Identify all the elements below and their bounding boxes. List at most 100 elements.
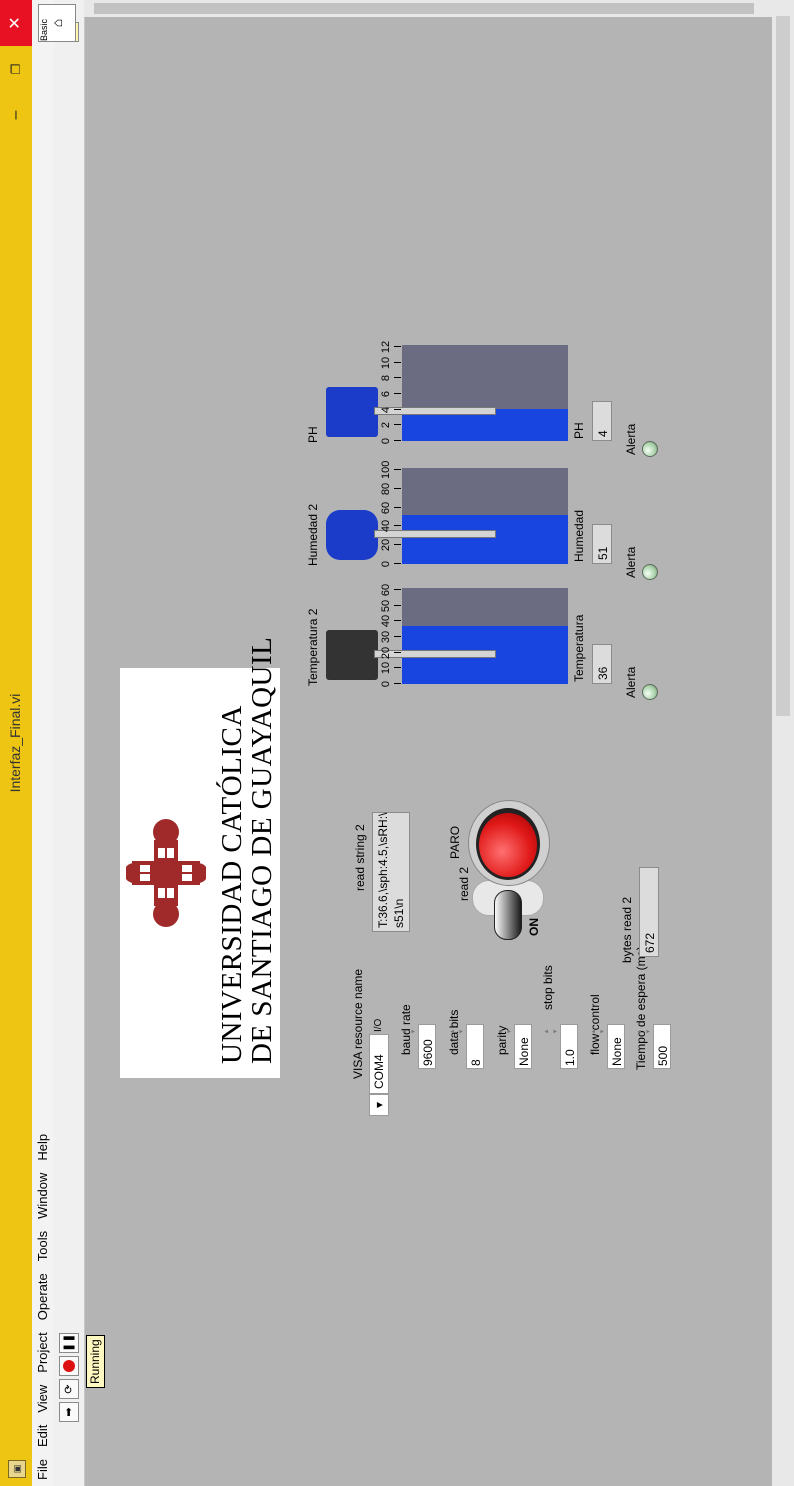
menu-project[interactable]: Project: [32, 1326, 50, 1378]
paro-stop-button[interactable]: [468, 800, 550, 886]
tank-tick-mark: [394, 362, 401, 363]
palette-icon: ⌂: [49, 18, 65, 28]
tank-tick-label: 12: [380, 340, 392, 354]
data-bits-value: 8: [469, 1059, 483, 1066]
parity-spinner[interactable]: ▴ ▾: [496, 1026, 514, 1037]
palette-selector[interactable]: Basic ⌂: [38, 4, 76, 42]
baud-rate-field[interactable]: 9600: [418, 1024, 436, 1069]
read-string-line-1: T:36.6,\sph:4.5,\sRH:\: [376, 812, 390, 928]
stop-bits-value: 1.0: [563, 1049, 577, 1066]
screen: ▣ Interfaz_Final.vi – ❐ ✕ FileEditViewPr…: [0, 0, 794, 1486]
horizontal-scrollbar[interactable]: [772, 0, 794, 1486]
read-string-line-2: s51\n: [392, 898, 406, 928]
alert-led-icon: [642, 564, 658, 580]
flow-control-spinner[interactable]: ▴ ▾: [589, 1026, 607, 1037]
menu-tools[interactable]: Tools: [32, 1225, 50, 1267]
menu-window[interactable]: Window: [32, 1167, 50, 1225]
paro-label: PARO: [448, 825, 462, 859]
wait-time-spinner[interactable]: ▴ ▾: [635, 1026, 653, 1037]
menu-help[interactable]: Help: [32, 1128, 50, 1167]
visa-io-icon: I/O: [373, 1018, 384, 1032]
stop-bits-field[interactable]: 1.0: [560, 1024, 578, 1069]
toolbar: ➡ ⟳ ❚❚ ?: [54, 0, 85, 1486]
menu-view[interactable]: View: [32, 1379, 50, 1419]
baud-rate-spinner[interactable]: ▴ ▾: [400, 1026, 418, 1037]
tank-tick-label: 0: [380, 560, 392, 568]
tank-title: Temperatura 2: [306, 608, 320, 686]
abort-execution-icon[interactable]: [59, 1356, 79, 1376]
tank-tick-mark: [394, 652, 401, 653]
tank-tick-mark: [394, 440, 401, 441]
tank-tick-label: 6: [380, 390, 392, 398]
tank-tick-mark: [394, 507, 401, 508]
menu-bar: FileEditViewProjectOperateToolsWindowHel…: [32, 0, 54, 1486]
tank-tick-label: 80: [380, 482, 392, 496]
window-title: Interfaz_Final.vi: [7, 693, 23, 793]
minimize-button[interactable]: –: [0, 92, 32, 138]
tank-tick-mark: [394, 409, 401, 410]
tank-value-display: 4: [592, 401, 612, 441]
wait-time-field[interactable]: 500: [653, 1024, 671, 1069]
sensor-icon: [326, 510, 378, 560]
tank-tick-label: 40: [380, 519, 392, 533]
tank-value-display: 51: [592, 524, 612, 564]
flow-control-field[interactable]: None: [607, 1024, 625, 1069]
visa-resource-field[interactable]: COM4: [369, 1034, 389, 1094]
visa-dropdown-button[interactable]: ▾: [369, 1094, 389, 1116]
baud-rate-value: 9600: [421, 1039, 435, 1066]
tank-display-label: Temperatura: [572, 614, 586, 682]
tank-tick-mark: [394, 393, 401, 394]
tank-tick-mark: [394, 346, 401, 347]
tank-tick-label: 20: [380, 646, 392, 660]
run-arrow-icon[interactable]: ➡: [59, 1402, 79, 1422]
parity-field[interactable]: None: [514, 1024, 532, 1069]
logo-line-2: DE SANTIAGO DE GUAYAQUIL: [246, 636, 278, 1064]
university-logo: UNIVERSIDAD CATÓLICA DE SANTIAGO DE GUAY…: [120, 637, 280, 1078]
run-continuously-icon[interactable]: ⟳: [59, 1379, 79, 1399]
menu-operate[interactable]: Operate: [32, 1267, 50, 1326]
flow-control-value: None: [610, 1037, 624, 1066]
labview-window: ▣ Interfaz_Final.vi – ❐ ✕ FileEditViewPr…: [0, 0, 794, 1486]
tank-tick-mark: [394, 683, 401, 684]
palette-label: Basic: [39, 18, 49, 41]
tank-tick-label: 30: [380, 630, 392, 644]
bytes-read-value: 672: [643, 932, 657, 953]
sensor-probe: [374, 530, 496, 538]
switch-on-text: ON: [527, 918, 541, 936]
alert-led-icon: [642, 441, 658, 457]
bytes-read-label: bytes read 2: [620, 896, 634, 963]
tank-tick-label: 20: [380, 538, 392, 552]
tank-tick-mark: [394, 667, 401, 668]
tank-tick-label: 10: [380, 356, 392, 370]
tank-tick-mark: [394, 589, 401, 590]
visa-resource-label: VISA resource name: [351, 968, 365, 1079]
tank-tick-label: 60: [380, 583, 392, 597]
sensor-probe: [374, 407, 496, 415]
menu-edit[interactable]: Edit: [32, 1419, 50, 1453]
tank-tick-label: 100: [380, 460, 392, 479]
wait-time-value: 500: [656, 1045, 670, 1066]
title-bar: ▣ Interfaz_Final.vi – ❐ ✕: [0, 0, 32, 1486]
tank-display-label: Humedad: [572, 509, 586, 562]
stop-bits-label: stop bits: [541, 965, 555, 1010]
data-bits-field[interactable]: 8: [466, 1024, 484, 1069]
tank-tick-label: 0: [380, 680, 392, 688]
wait-time-label: Tiempo de espera (ms): [634, 946, 648, 1070]
alert-led-icon: [642, 684, 658, 700]
data-bits-spinner[interactable]: ▴ ▾: [448, 1026, 466, 1037]
vertical-scrollbar[interactable]: [84, 0, 772, 17]
tank-tick-mark: [394, 424, 401, 425]
tank-display-label: PH: [572, 422, 586, 439]
pause-icon[interactable]: ❚❚: [59, 1333, 79, 1353]
restore-button[interactable]: ❐: [0, 46, 32, 92]
stop-bits-spinner[interactable]: ▴ ▾: [542, 1026, 560, 1037]
scrollbar-thumb[interactable]: [776, 16, 790, 716]
tank-tick-mark: [394, 620, 401, 621]
menu-file[interactable]: File: [32, 1453, 50, 1486]
tank-tick-label: 60: [380, 501, 392, 515]
parity-value: None: [517, 1037, 531, 1066]
alert-label: Alerta: [624, 666, 638, 698]
scrollbar-thumb[interactable]: [94, 3, 754, 14]
sensor-probe: [374, 650, 496, 658]
close-button[interactable]: ✕: [0, 0, 32, 46]
